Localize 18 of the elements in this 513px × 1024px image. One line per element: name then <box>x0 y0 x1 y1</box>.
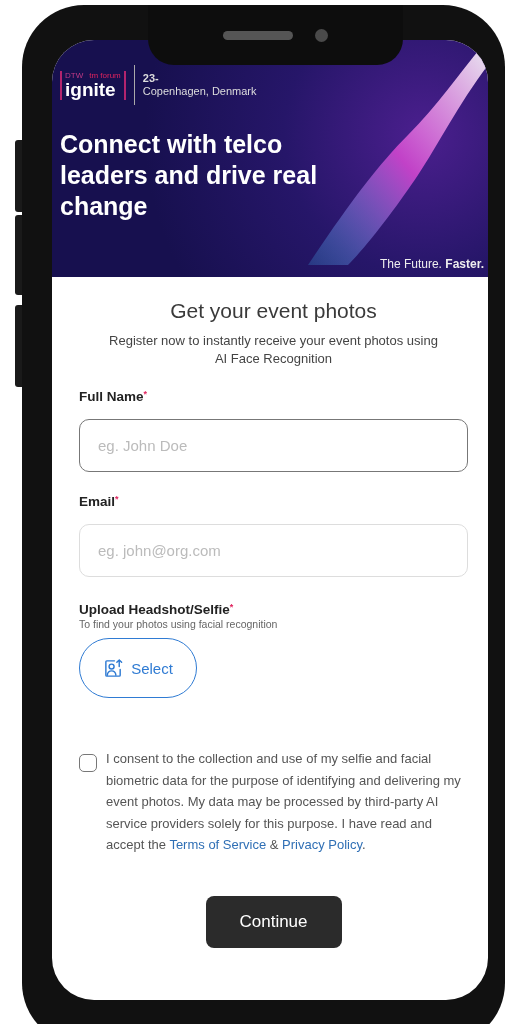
banner-tagline: The Future. Faster. <box>379 257 484 271</box>
form-subtitle: Register now to instantly receive your event photos using AI Face Recognition <box>109 332 438 368</box>
event-location: Copenhagen, Denmark <box>142 85 257 98</box>
text-input-field[interactable]: eg. John Doe <box>79 419 468 472</box>
logo: DTW tm forum ignite <box>60 70 126 100</box>
form-title: Get your event photos <box>169 299 378 323</box>
banner-headline: Connect with telco leaders and drive real change <box>60 129 319 222</box>
event-date: 23- <box>142 72 160 85</box>
field-label: Email* <box>79 494 120 509</box>
terms-link[interactable]: Terms of Service <box>169 837 267 852</box>
consent-text: I consent to the collection and use of my selfie and facial biometric data for the purpose of identifying and delivering my event photos. My data may be processed by third-party AI service providers solely for this purpose. I have read and accept the Terms of Service & Privacy Policy. <box>106 750 462 854</box>
field-hint: To find your photos using facial recognition <box>79 618 279 630</box>
field-label: Full Name* <box>79 389 149 404</box>
continue-button[interactable]: Continue <box>205 895 342 948</box>
select-button[interactable]: Select <box>79 638 197 698</box>
field-label: Upload Headshot/Selfie* <box>79 602 235 617</box>
photo-upload-icon <box>103 657 125 679</box>
consent-checkbox[interactable] <box>79 754 97 772</box>
